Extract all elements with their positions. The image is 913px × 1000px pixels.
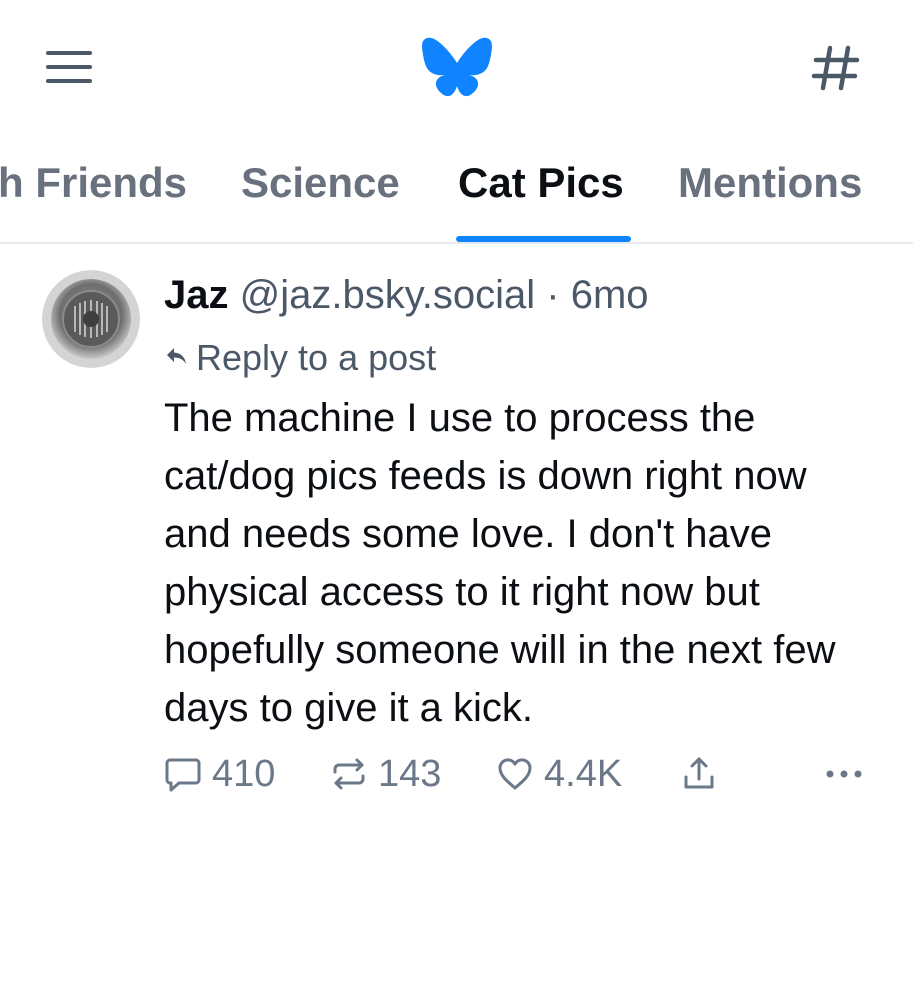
post-card[interactable]: Jaz @jaz.bsky.social · 6mo Reply to a po…: [0, 244, 913, 844]
tab-science[interactable]: Science: [241, 158, 400, 208]
tab-friends[interactable]: h Friends: [0, 158, 187, 208]
hamburger-menu-icon[interactable]: [44, 48, 96, 88]
author-handle[interactable]: @jaz.bsky.social: [240, 273, 536, 317]
like-count: 4.4K: [544, 752, 623, 795]
reply-indicator[interactable]: Reply to a post: [164, 334, 436, 382]
reply-arrow-icon: [167, 348, 186, 365]
post-timestamp[interactable]: 6mo: [571, 273, 649, 317]
share-icon: [684, 757, 714, 789]
reply-count: 410: [212, 752, 276, 795]
ellipsis-icon: [826, 770, 862, 778]
hashtag-icon[interactable]: [806, 38, 866, 98]
repost-button[interactable]: 143: [330, 749, 441, 799]
like-button[interactable]: 4.4K: [496, 749, 622, 799]
post-actions: 410 143 4.4K: [164, 749, 884, 799]
reply-button[interactable]: 410: [164, 749, 275, 799]
tab-mentions[interactable]: Mentions: [678, 158, 862, 208]
share-button[interactable]: [680, 749, 728, 799]
avatar[interactable]: [42, 270, 140, 368]
heart-icon: [498, 758, 532, 790]
repost-icon: [333, 758, 365, 790]
feed-tabs: h Friends Science Cat Pics Mentions: [0, 140, 913, 242]
top-bar: [0, 0, 913, 140]
post-text: The machine I use to process the cat/dog…: [164, 396, 836, 730]
comment-icon: [165, 758, 201, 792]
tab-cat-pics[interactable]: Cat Pics: [458, 158, 624, 208]
repost-count: 143: [378, 752, 442, 795]
bluesky-butterfly-icon[interactable]: [420, 36, 494, 100]
meta-separator: ·: [546, 273, 560, 317]
author-name[interactable]: Jaz: [164, 273, 229, 317]
post-header: Jaz @jaz.bsky.social · 6mo: [164, 270, 649, 320]
reply-label: Reply to a post: [196, 337, 437, 378]
more-options-button[interactable]: [824, 749, 874, 799]
